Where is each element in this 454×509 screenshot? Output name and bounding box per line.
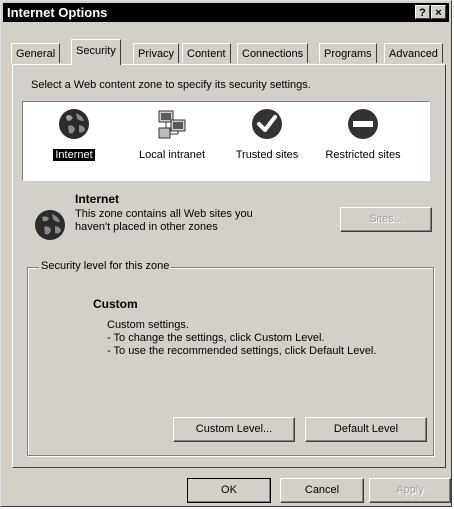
zone-description-line2: haven't placed in other zones [75,221,218,233]
tab-privacy[interactable]: Privacy [133,43,180,63]
default-level-button[interactable]: Default Level [305,417,427,442]
security-level-group-title: Security level for this zone [39,260,172,272]
custom-level-button[interactable]: Custom Level... [173,417,295,442]
zone-internet[interactable]: Internet [41,102,107,180]
cancel-button[interactable]: Cancel [280,478,364,503]
tab-connections[interactable]: Connections [237,43,309,63]
zone-local-intranet[interactable]: Local intranet [127,102,217,180]
security-level-name: Custom [93,297,138,311]
security-level-line2: - To change the settings, click Custom L… [107,332,325,344]
title-bar: Internet Options ? × [3,3,449,22]
apply-button[interactable]: Apply [369,478,451,503]
tab-general[interactable]: General [11,43,61,63]
globe-icon [35,210,65,240]
security-level-line1: Custom settings. [107,319,189,331]
no-entry-icon [348,109,378,139]
selected-zone-name: Internet [75,192,120,206]
tab-advanced[interactable]: Advanced [384,43,443,63]
tab-security[interactable]: Security [71,39,121,65]
zone-trusted-sites[interactable]: Trusted sites [225,102,309,180]
window-title: Internet Options [7,5,108,20]
checkmark-icon [252,109,282,139]
sites-button[interactable]: Sites... [340,207,432,232]
globe-icon [59,109,89,139]
security-level-line3: - To use the recommended settings, click… [107,345,377,357]
zone-restricted-sites-label: Restricted sites [325,149,401,161]
internet-options-dialog: Internet Options ? × General Security Pr… [0,0,452,507]
zone-description-line1: This zone contains all Web sites you [75,208,253,220]
tab-programs[interactable]: Programs [319,43,377,63]
network-computers-icon [158,110,186,139]
ok-button[interactable]: OK [187,478,271,503]
tab-content[interactable]: Content [182,43,231,63]
help-button[interactable]: ? [415,5,430,19]
zone-internet-label: Internet [53,149,95,161]
zone-local-intranet-label: Local intranet [138,149,206,161]
zone-trusted-sites-label: Trusted sites [235,149,299,161]
zone-instruction: Select a Web content zone to specify its… [31,79,311,91]
zone-list: Internet Local intranet Trusted sites Re… [22,101,430,181]
zone-restricted-sites[interactable]: Restricted sites [313,102,413,180]
close-button[interactable]: × [431,5,446,19]
